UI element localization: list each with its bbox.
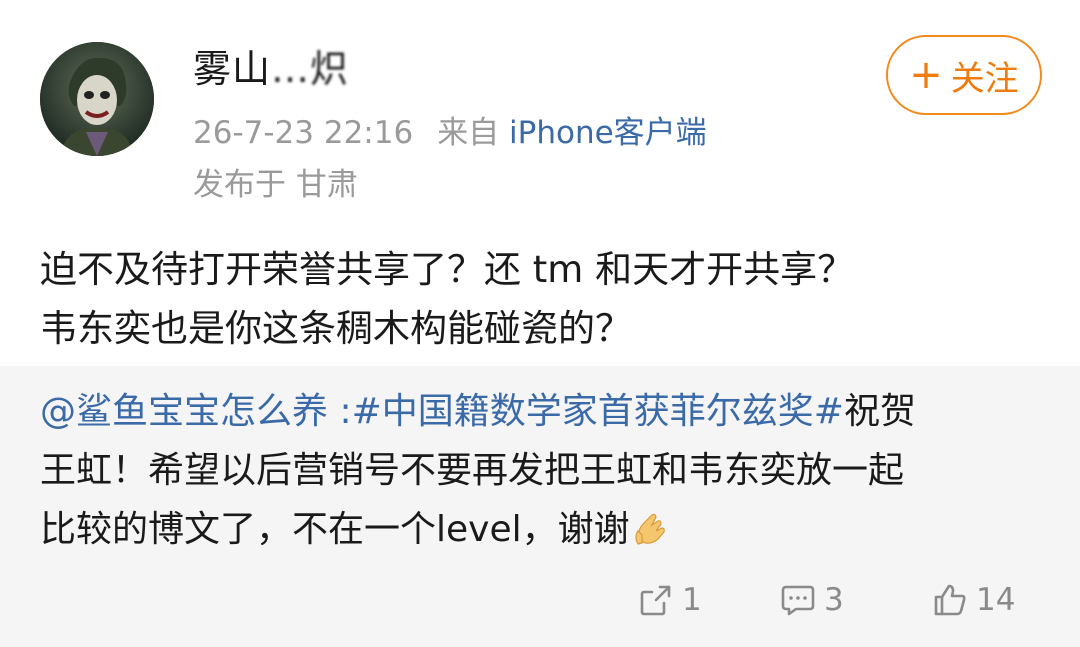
repost-text: 比较的博文了，不在一个level，谢谢 <box>40 509 630 550</box>
like-count: 14 <box>976 582 1016 618</box>
comment-count: 3 <box>824 582 844 618</box>
repost-line: 比较的博文了，不在一个level，谢谢 <box>40 500 1050 559</box>
username[interactable]: 雾山…炽 <box>193 44 393 94</box>
repost-line: 王虹！希望以后营销号不要再发把王虹和韦东奕放一起 <box>40 450 905 491</box>
post-body: 迫不及待打开荣誉共享了？还 tm 和天才开共享？ 韦东奕也是你这条稠木构能碰瓷的… <box>40 240 1050 358</box>
repost-card[interactable]: @鲨鱼宝宝怎么养 :#中国籍数学家首获菲尔兹奖#祝贺 王虹！希望以后营销号不要再… <box>0 366 1080 647</box>
hashtag-link[interactable]: #中国籍数学家首获菲尔兹奖# <box>352 391 844 432</box>
repost-body: @鲨鱼宝宝怎么养 :#中国籍数学家首获菲尔兹奖#祝贺 王虹！希望以后营销号不要再… <box>40 382 1050 559</box>
comment-icon <box>781 585 815 616</box>
avatar-image <box>40 42 154 156</box>
repost-text: 祝贺 <box>843 391 916 432</box>
location: 发布于 甘肃 <box>193 167 358 203</box>
username-obscured: …炽 <box>271 47 350 91</box>
avatar[interactable] <box>40 42 154 156</box>
like-button[interactable]: 14 <box>932 572 1015 628</box>
source-client-link[interactable]: iPhone客户端 <box>509 115 707 151</box>
timestamp: 26-7-23 22:16 <box>193 115 414 151</box>
repost-icon <box>640 585 671 616</box>
plus-icon: + <box>909 52 943 98</box>
username-text: 雾山 <box>193 47 272 91</box>
follow-button[interactable]: + 关注 <box>886 35 1042 115</box>
post-meta: 26-7-23 22:16 来自 iPhone客户端 <box>193 111 707 155</box>
folded-hands-emoji <box>635 513 665 545</box>
action-bar: 1 3 14 <box>0 572 1080 628</box>
comment-button[interactable]: 3 <box>780 572 844 628</box>
post-text-line: 迫不及待打开荣誉共享了？还 tm 和天才开共享？ <box>40 248 855 291</box>
thumbs-up-icon <box>934 584 966 616</box>
post-text-line: 韦东奕也是你这条稠木构能碰瓷的？ <box>40 307 632 350</box>
repost-count: 1 <box>682 582 702 618</box>
source-prefix: 来自 <box>437 115 500 151</box>
mention-link[interactable]: @鲨鱼宝宝怎么养 <box>40 391 328 432</box>
repost-button[interactable]: 1 <box>638 572 702 628</box>
follow-label: 关注 <box>950 58 1019 99</box>
mention-separator: : <box>328 391 352 432</box>
repost-line: @鲨鱼宝宝怎么养 :#中国籍数学家首获菲尔兹奖#祝贺 <box>40 382 1050 441</box>
